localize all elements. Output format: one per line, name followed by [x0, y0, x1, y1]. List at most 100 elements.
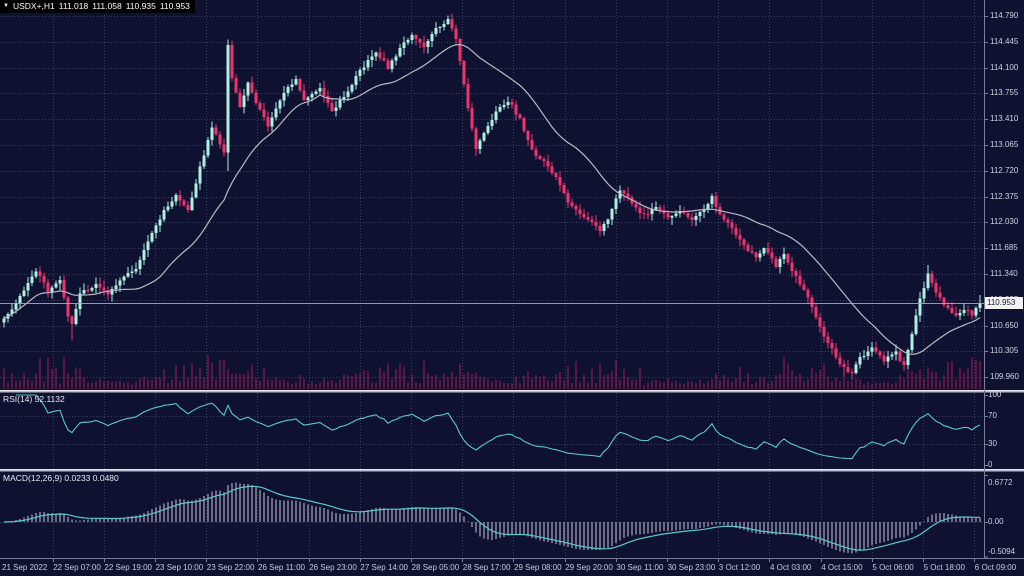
candle: [359, 70, 362, 76]
candle: [391, 60, 394, 69]
candle: [799, 276, 802, 285]
candle: [443, 24, 446, 27]
candle: [551, 167, 554, 173]
candle: [235, 78, 238, 93]
candle: [399, 48, 402, 56]
candle: [3, 319, 6, 323]
candle: [279, 101, 282, 109]
candle: [251, 82, 254, 92]
candle: [435, 28, 438, 34]
candle: [871, 348, 874, 352]
candle: [891, 355, 894, 357]
candle: [495, 111, 498, 119]
candle: [971, 310, 974, 315]
candle: [15, 303, 18, 309]
candle: [395, 56, 398, 60]
candle: [527, 131, 530, 140]
grid-layer: [0, 0, 984, 557]
candle: [199, 167, 202, 184]
candle: [667, 214, 670, 218]
candle: [675, 213, 678, 216]
candle: [567, 193, 570, 202]
candle: [303, 91, 306, 100]
candle: [227, 45, 230, 153]
candle: [743, 239, 746, 244]
candle: [591, 220, 594, 222]
rsi-line: [16, 395, 980, 459]
candle: [827, 337, 830, 343]
candle: [767, 248, 770, 252]
candle: [951, 308, 954, 313]
candle: [887, 357, 890, 362]
candle: [779, 259, 782, 267]
candle: [611, 209, 614, 219]
candle: [123, 277, 126, 281]
candle: [899, 352, 902, 361]
candle: [163, 210, 166, 219]
candle: [687, 213, 690, 217]
candle: [699, 212, 702, 216]
candle: [771, 252, 774, 258]
candle: [195, 183, 198, 197]
candle: [791, 263, 794, 271]
trading-chart-window: ▼ USDX+,H1 111.018 111.058 110.935 110.9…: [0, 0, 1024, 576]
candle: [587, 217, 590, 220]
candle: [623, 191, 626, 194]
candle: [955, 313, 958, 316]
candle: [327, 96, 330, 103]
candle: [67, 297, 70, 316]
candle: [307, 98, 310, 100]
chart-canvas[interactable]: [0, 0, 1024, 576]
candle: [831, 343, 834, 349]
candle: [335, 108, 338, 111]
candle: [943, 298, 946, 305]
candle: [867, 351, 870, 356]
moving-average-line: [4, 45, 980, 355]
candle: [75, 309, 78, 324]
candle: [287, 87, 290, 93]
candle: [543, 159, 546, 161]
candle: [151, 233, 154, 242]
candle: [127, 273, 130, 276]
candle: [523, 118, 526, 131]
candle: [355, 76, 358, 85]
candle: [295, 79, 298, 84]
candle: [479, 141, 482, 149]
candle: [431, 34, 434, 41]
candle: [439, 27, 442, 28]
candle: [447, 19, 450, 24]
candle: [219, 134, 222, 144]
candle: [535, 150, 538, 156]
candle: [963, 310, 966, 313]
candle: [71, 317, 74, 324]
candle: [207, 140, 210, 155]
macd-histogram: [4, 482, 981, 553]
candle: [271, 117, 274, 126]
candle: [915, 315, 918, 334]
candle: [231, 45, 234, 78]
candle: [751, 251, 754, 252]
candle: [927, 274, 930, 288]
candle: [499, 107, 502, 111]
candle: [875, 348, 878, 352]
candle: [255, 92, 258, 102]
candle: [59, 280, 62, 283]
candle: [183, 201, 186, 205]
candle: [139, 260, 142, 269]
candle: [659, 207, 662, 210]
candle: [503, 105, 506, 107]
candle: [511, 102, 514, 104]
candle: [283, 93, 286, 101]
candle: [243, 95, 246, 107]
candle: [727, 219, 730, 222]
candle: [487, 126, 490, 133]
candle: [47, 282, 50, 292]
candle: [375, 53, 378, 57]
candle: [95, 284, 98, 288]
candle: [907, 350, 910, 365]
candle: [859, 357, 862, 365]
candle: [919, 298, 922, 315]
candle: [463, 61, 466, 84]
candle: [351, 85, 354, 92]
candle: [159, 220, 162, 226]
